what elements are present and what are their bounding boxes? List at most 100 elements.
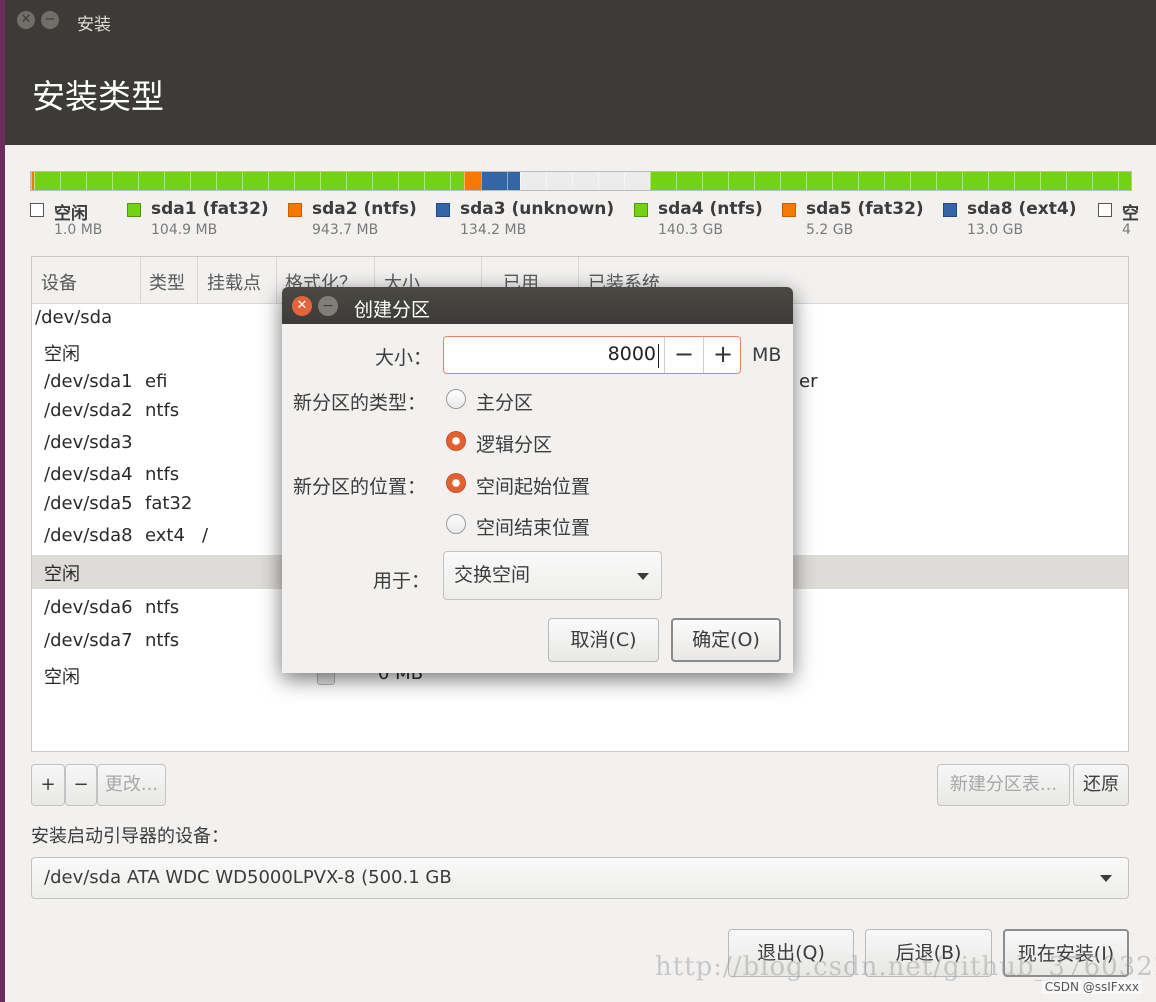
chevron-down-icon <box>1100 875 1112 882</box>
revert-button[interactable]: 还原 <box>1073 764 1129 806</box>
legend-name: 空 <box>1122 204 1139 224</box>
use-as-select[interactable]: 交换空间 <box>443 551 662 600</box>
legend-size: 140.3 GB <box>658 222 723 238</box>
row-device: /dev/sda <box>35 307 113 328</box>
legend-name: sda4 (ntfs) <box>658 199 763 219</box>
partition-bar <box>30 171 1132 191</box>
logical-partition-radio[interactable] <box>446 431 466 451</box>
legend-size: 5.2 GB <box>806 222 854 238</box>
row-device: /dev/sda8 <box>44 525 133 546</box>
location-start-radio[interactable] <box>446 473 466 493</box>
legend-swatch <box>943 203 957 217</box>
size-value: 8000 <box>607 343 656 365</box>
legend-swatch <box>634 203 648 217</box>
increment-button[interactable]: + <box>703 337 742 373</box>
legend-size: 104.9 MB <box>151 222 218 238</box>
legend-name: sda3 (unknown) <box>460 199 615 219</box>
partition-segment <box>464 172 481 190</box>
desktop-edge <box>0 0 5 1002</box>
legend-swatch <box>436 203 450 217</box>
row-type: ntfs <box>145 400 180 421</box>
primary-partition-label[interactable]: 主分区 <box>476 388 533 415</box>
decrement-button[interactable]: − <box>664 337 703 373</box>
boot-device-select[interactable]: /dev/sda ATA WDC WD5000LPVX-8 (500.1 GB <box>31 857 1129 899</box>
row-type: efi <box>145 371 168 392</box>
size-unit: MB <box>752 344 782 366</box>
partition-segment <box>520 172 650 190</box>
dialog-title: 创建分区 <box>354 299 431 321</box>
logical-partition-label[interactable]: 逻辑分区 <box>476 430 552 457</box>
row-device: /dev/sda7 <box>44 630 133 651</box>
legend-size: 13.0 GB <box>967 222 1024 238</box>
column-header-mount[interactable]: 挂载点 <box>207 269 261 295</box>
use-as-label: 用于： <box>373 570 431 592</box>
row-type: ntfs <box>145 597 180 618</box>
window-title: 安装 <box>77 15 111 35</box>
type-label: 新分区的类型： <box>293 392 427 414</box>
add-partition-button[interactable]: + <box>31 764 65 806</box>
close-icon[interactable]: ✕ <box>292 296 312 316</box>
column-header-type[interactable]: 类型 <box>149 269 185 295</box>
legend-size: 134.2 MB <box>460 222 527 238</box>
partition-segment <box>34 172 464 190</box>
row-device: /dev/sda3 <box>44 432 133 453</box>
use-as-value: 交换空间 <box>454 564 531 586</box>
boot-device-label: 安装启动引导器的设备： <box>31 826 229 847</box>
row-device: /dev/sda5 <box>44 493 133 514</box>
new-partition-table-button[interactable]: 新建分区表... <box>937 764 1070 806</box>
legend-swatch <box>1098 203 1112 217</box>
ok-button[interactable]: 确定(O) <box>671 618 781 662</box>
legend-swatch <box>30 203 44 217</box>
row-device: 空闲 <box>44 564 80 585</box>
location-end-radio[interactable] <box>446 514 466 534</box>
text-cursor <box>658 344 659 368</box>
row-device: /dev/sda1 <box>44 371 133 392</box>
partition-segment <box>650 172 1131 190</box>
location-start-label[interactable]: 空间起始位置 <box>476 472 590 499</box>
close-window-icon[interactable]: ✕ <box>17 11 35 29</box>
row-type: ntfs <box>145 630 180 651</box>
legend-name: sda8 (ext4) <box>967 199 1077 219</box>
legend-swatch <box>288 203 302 217</box>
watermark-text: http://blog.csdn.net/github_37603222 <box>655 952 1156 982</box>
row-type: ntfs <box>145 464 180 485</box>
legend-size: 943.7 MB <box>312 222 379 238</box>
location-label: 新分区的位置： <box>293 476 427 498</box>
row-device: /dev/sda4 <box>44 464 133 485</box>
boot-device-value: /dev/sda ATA WDC WD5000LPVX-8 (500.1 GB <box>44 867 452 888</box>
credit-text: CSDN @ssIFxxx <box>1041 980 1142 994</box>
row-device: 空闲 <box>44 667 80 688</box>
column-divider <box>197 257 198 303</box>
row-mount: / <box>202 525 209 546</box>
page-title: 安装类型 <box>32 77 164 116</box>
legend-name: 空闲 <box>54 204 88 224</box>
row-device: /dev/sda6 <box>44 597 133 618</box>
cancel-button[interactable]: 取消(C) <box>548 618 659 662</box>
minimize-icon[interactable]: − <box>318 296 338 316</box>
legend-name: sda1 (fat32) <box>151 199 269 219</box>
row-type: ext4 <box>145 525 185 546</box>
legend-size: 4 <box>1122 222 1131 238</box>
window-header: ✕ − 安装 安装类型 <box>5 0 1156 145</box>
change-partition-button[interactable]: 更改... <box>97 764 166 806</box>
column-header-device[interactable]: 设备 <box>41 269 77 295</box>
column-divider <box>140 257 141 303</box>
size-input[interactable]: 8000 − + <box>443 336 741 374</box>
legend-name: sda2 (ntfs) <box>312 199 417 219</box>
row-system: er <box>799 371 818 392</box>
minimize-window-icon[interactable]: − <box>41 11 59 29</box>
create-partition-dialog: ✕ − 创建分区 大小： 8000 − + MB 新分区的类型： 主分区 逻辑分… <box>282 287 793 673</box>
legend-swatch <box>782 203 796 217</box>
location-end-label[interactable]: 空间结束位置 <box>476 513 590 540</box>
dialog-titlebar: ✕ − 创建分区 <box>282 287 793 324</box>
legend-name: sda5 (fat32) <box>806 199 924 219</box>
partition-segment <box>481 172 520 190</box>
legend-swatch <box>127 203 141 217</box>
partition-legend: 空闲 1.0 MB sda1 (fat32) 104.9 MB sda2 (nt… <box>30 199 1156 250</box>
legend-size: 1.0 MB <box>54 222 103 238</box>
size-label: 大小： <box>374 347 432 369</box>
primary-partition-radio[interactable] <box>446 389 466 409</box>
column-divider <box>276 257 277 303</box>
remove-partition-button[interactable]: − <box>65 764 97 806</box>
chevron-down-icon <box>637 573 649 580</box>
